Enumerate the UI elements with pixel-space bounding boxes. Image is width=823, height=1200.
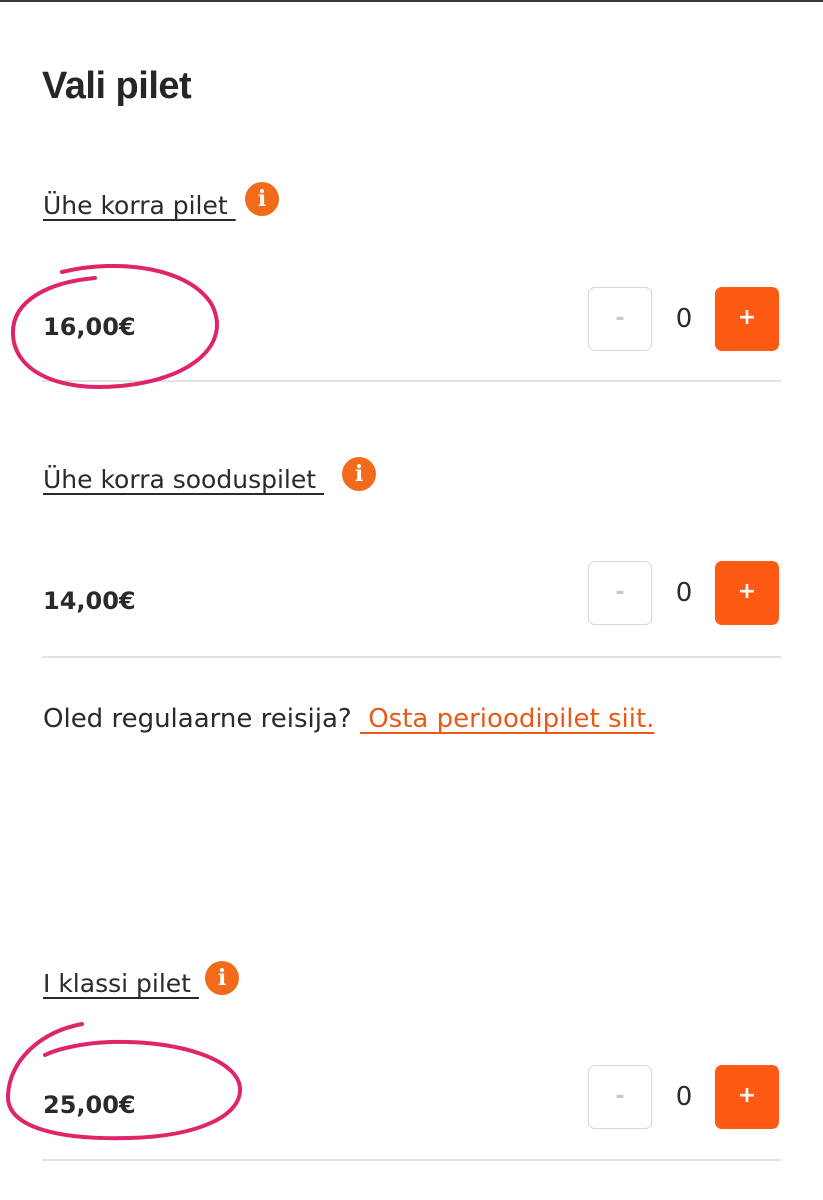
ticket-price-single: 16,00€: [43, 313, 136, 341]
ticket-name-first-class[interactable]: I klassi pilet: [43, 968, 199, 1000]
quantity-value: 0: [675, 578, 693, 608]
quantity-value: 0: [675, 304, 693, 334]
decrement-button[interactable]: -: [588, 287, 652, 351]
info-icon[interactable]: i: [245, 182, 279, 216]
divider: [42, 1159, 781, 1161]
ticket-name-single[interactable]: Ühe korra pilet: [43, 190, 236, 222]
top-border: [0, 0, 823, 2]
decrement-button[interactable]: -: [588, 561, 652, 625]
info-icon[interactable]: i: [342, 457, 376, 491]
info-icon[interactable]: i: [205, 961, 239, 995]
increment-button[interactable]: +: [715, 1065, 779, 1129]
decrement-button[interactable]: -: [588, 1065, 652, 1129]
increment-button[interactable]: +: [715, 561, 779, 625]
period-ticket-link[interactable]: Osta perioodipilet siit.: [360, 704, 654, 734]
divider: [42, 380, 781, 382]
regular-traveler-question: Oled regulaarne reisija?: [43, 704, 360, 734]
quantity-value: 0: [675, 1082, 693, 1112]
ticket-price-first-class: 25,00€: [43, 1091, 136, 1119]
annotation-circle: [5, 1022, 243, 1141]
ticket-name-discount[interactable]: Ühe korra sooduspilet: [43, 464, 324, 496]
increment-button[interactable]: +: [715, 287, 779, 351]
ticket-price-discount: 14,00€: [43, 587, 136, 615]
regular-traveler-notice: Oled regulaarne reisija? Osta perioodipi…: [43, 702, 654, 736]
divider: [42, 656, 781, 658]
page-title: Vali pilet: [42, 65, 192, 107]
